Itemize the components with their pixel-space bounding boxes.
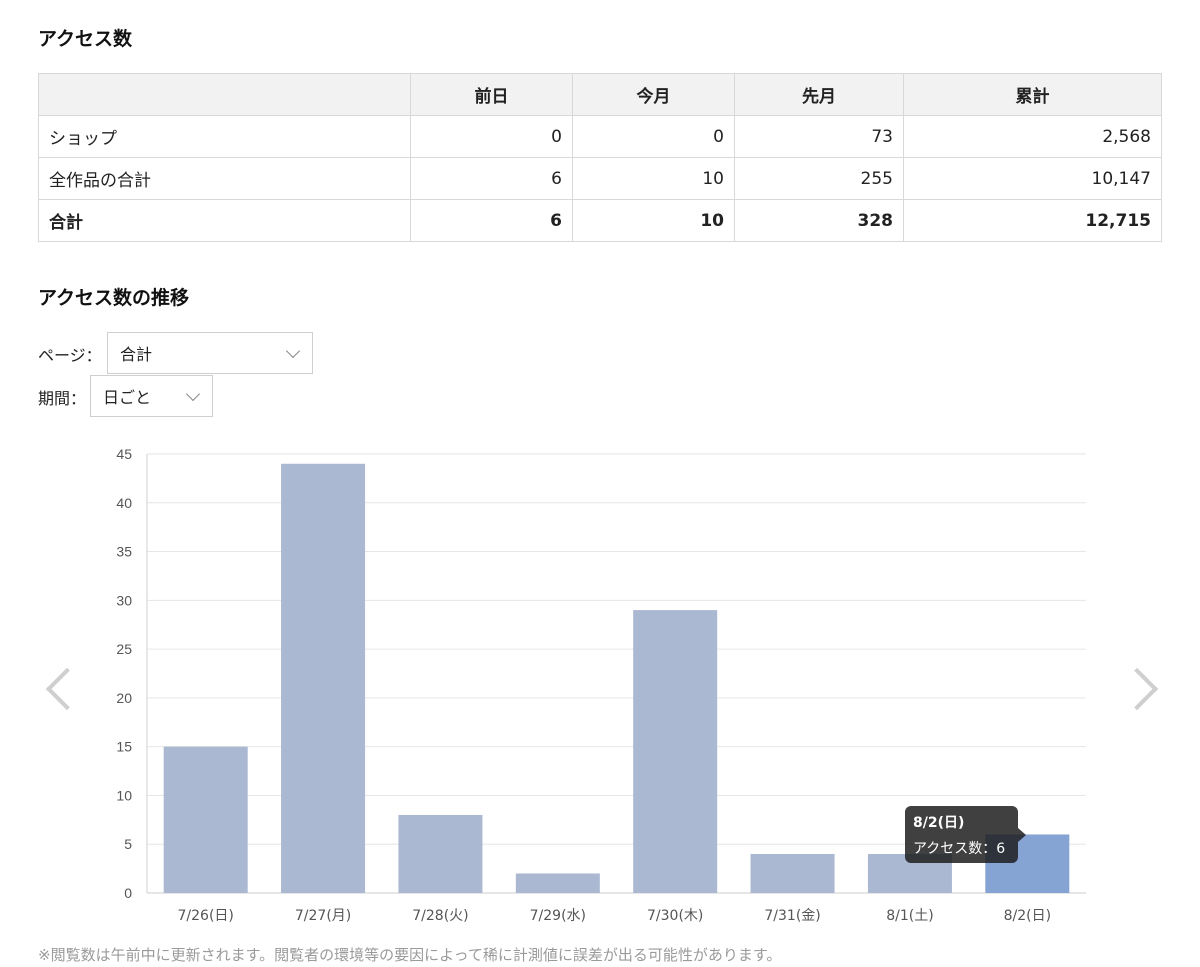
table-cell: 6 (410, 199, 573, 242)
page-select-value: 合計 (120, 345, 153, 364)
x-tick-label: 7/30(木) (647, 908, 703, 924)
y-tick-label: 25 (116, 641, 132, 657)
access-trend-chart: 0 5 10 15 20 25 30 35 40 45 7/26(日) 7/27(月) 7/28(火) 7… (116, 446, 1086, 924)
table-header-cell: 今月 (572, 73, 735, 116)
bar (750, 853, 835, 893)
period-select[interactable]: 日ごと (90, 375, 213, 417)
x-tick-label: 7/28(火) (412, 908, 468, 924)
bar (163, 746, 248, 893)
bar (515, 873, 600, 893)
table-cell: 0 (410, 115, 573, 158)
access-section-title: アクセス数 (38, 28, 133, 50)
table-cell: 6 (410, 157, 573, 200)
table-cell: 12,715 (903, 199, 1162, 242)
y-tick-label: 15 (116, 739, 132, 755)
y-tick-label: 20 (116, 690, 132, 706)
y-tick-label: 5 (124, 836, 132, 852)
y-tick-label: 0 (124, 885, 132, 901)
table-row: ショップ 0 0 73 2,568 (38, 115, 1162, 158)
y-tick-label: 30 (116, 592, 132, 608)
table-cell: 10,147 (903, 157, 1162, 200)
x-tick-label: 7/29(水) (530, 908, 586, 924)
access-table: 前日 今月 先月 累計 ショップ 0 0 73 2,568 全作品の合計 6 1… (38, 73, 1162, 242)
table-cell: 73 (734, 115, 904, 158)
period-select-label: 期間： (38, 389, 87, 408)
table-header-cell: 前日 (410, 73, 573, 116)
y-tick-label: 40 (116, 495, 132, 511)
row-label: 全作品の合計 (38, 157, 411, 200)
x-tick-label: 8/1(土) (886, 908, 933, 924)
chart-tooltip: 8/2(日) アクセス数：6 (905, 806, 1026, 863)
x-tick-label: 8/2(日) (1004, 908, 1051, 924)
table-cell: 328 (734, 199, 904, 242)
table-header-cell: 累計 (903, 73, 1162, 116)
table-header-cell: 先月 (734, 73, 904, 116)
bar (281, 463, 366, 893)
table-cell: 10 (572, 157, 735, 200)
x-tick-label: 7/26(日) (178, 908, 234, 924)
y-tick-label: 45 (116, 446, 132, 462)
x-tick-label: 7/31(金) (764, 908, 820, 924)
footnote: ※閲覧数は午前中に更新されます。閲覧者の環境等の要因によって稀に計測値に誤差が出… (38, 946, 782, 964)
page-select[interactable]: 合計 (107, 332, 313, 374)
bar (398, 814, 483, 893)
period-select-value: 日ごと (103, 388, 152, 407)
table-header-row: 前日 今月 先月 累計 (38, 73, 1162, 116)
chevron-down-icon (185, 386, 201, 402)
table-row-total: 合計 6 10 328 12,715 (38, 199, 1162, 242)
row-label: 合計 (38, 199, 411, 242)
table-cell: 0 (572, 115, 735, 158)
chevron-down-icon (285, 343, 301, 359)
tooltip-title: 8/2(日) (913, 815, 965, 831)
trend-section-title: アクセス数の推移 (38, 287, 190, 309)
table-cell: 255 (734, 157, 904, 200)
page-select-label: ページ： (38, 346, 102, 365)
y-tick-label: 35 (116, 544, 132, 560)
table-cell: 2,568 (903, 115, 1162, 158)
x-tick-label: 7/27(月) (295, 908, 351, 924)
tooltip-body: アクセス数：6 (913, 841, 1006, 857)
table-row: 全作品の合計 6 10 255 10,147 (38, 157, 1162, 200)
table-cell: 10 (572, 199, 735, 242)
y-tick-label: 10 (116, 787, 132, 803)
row-label: ショップ (38, 115, 411, 158)
table-header-cell (38, 73, 411, 116)
bar (633, 610, 718, 893)
